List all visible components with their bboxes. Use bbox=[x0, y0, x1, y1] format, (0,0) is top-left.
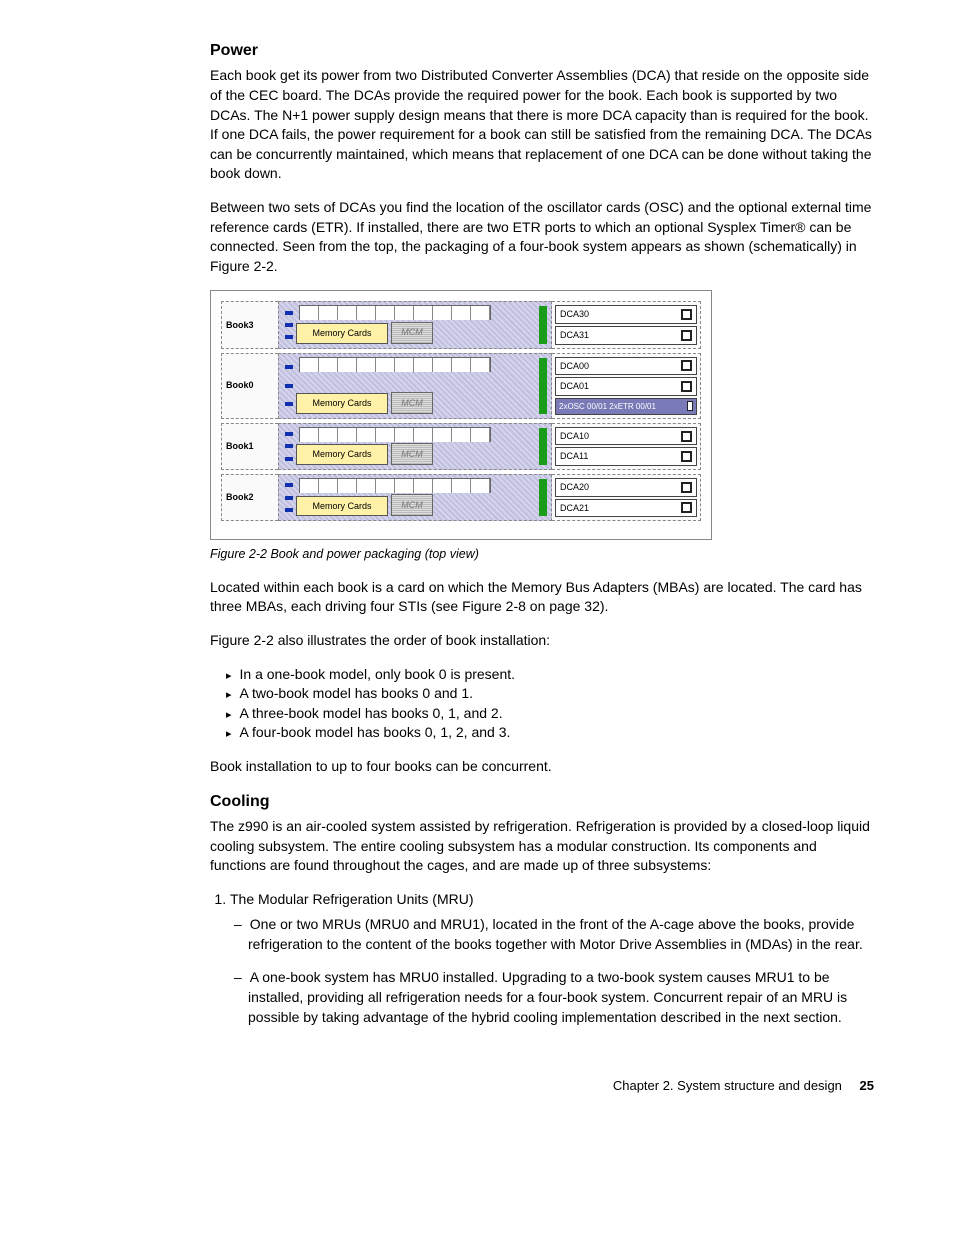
slot-bar bbox=[299, 478, 491, 493]
book-row: Book1Memory CardsMCMDCA10DCA11 bbox=[221, 423, 701, 470]
dca-plug-icon bbox=[681, 502, 692, 513]
green-strip-icon bbox=[539, 306, 547, 343]
figure-caption: Figure 2-2 Book and power packaging (top… bbox=[210, 546, 874, 564]
slot-bar bbox=[299, 427, 491, 442]
connector-icon bbox=[285, 358, 293, 414]
power-para1: Each book get its power from two Distrib… bbox=[210, 66, 874, 184]
figure-2-2: Book3Memory CardsMCMDCA30DCA31Book0Memor… bbox=[210, 290, 712, 540]
footer-chapter: Chapter 2. System structure and design bbox=[613, 1078, 842, 1093]
install-order-item: In a one-book model, only book 0 is pres… bbox=[226, 665, 874, 685]
osc-plug-icon bbox=[687, 401, 693, 411]
book-row: Book0Memory CardsMCMDCA00DCA012xOSC 00/0… bbox=[221, 353, 701, 419]
osc-etr-module: 2xOSC 00/01 2xETR 00/01 bbox=[555, 398, 697, 415]
heading-power: Power bbox=[210, 40, 874, 62]
after-fig-para3: Book installation to up to four books ca… bbox=[210, 757, 874, 777]
cooling-sublist: One or two MRUs (MRU0 and MRU1), located… bbox=[230, 915, 874, 1027]
connector-icon bbox=[285, 479, 293, 516]
dca-module: DCA00 bbox=[555, 357, 697, 376]
dca-module: DCA30 bbox=[555, 305, 697, 324]
book-label: Book1 bbox=[221, 423, 278, 470]
dca-plug-icon bbox=[681, 330, 692, 341]
memory-cards-label: Memory Cards bbox=[296, 393, 388, 414]
dca-plug-icon bbox=[681, 309, 692, 320]
dca-column: DCA00DCA01 2xOSC 00/01 2xETR 00/01 bbox=[552, 353, 701, 419]
install-order-item: A two-book model has books 0 and 1. bbox=[226, 684, 874, 704]
footer-page-number: 25 bbox=[860, 1078, 874, 1093]
page-footer: Chapter 2. System structure and design 2… bbox=[60, 1077, 894, 1095]
dca-module: DCA11 bbox=[555, 447, 697, 466]
dca-plug-icon bbox=[681, 360, 692, 371]
green-strip-icon bbox=[539, 428, 547, 465]
cooling-ol: The Modular Refrigeration Units (MRU) On… bbox=[210, 890, 874, 1028]
install-order-item: A three-book model has books 0, 1, and 2… bbox=[226, 704, 874, 724]
dca-module: DCA20 bbox=[555, 478, 697, 497]
dca-module: DCA01 bbox=[555, 377, 697, 396]
book-body: Memory CardsMCM bbox=[278, 301, 552, 348]
green-strip-icon bbox=[539, 479, 547, 516]
cooling-sub1: One or two MRUs (MRU0 and MRU1), located… bbox=[248, 915, 874, 954]
dca-module: DCA21 bbox=[555, 499, 697, 518]
cooling-ol-item1: The Modular Refrigeration Units (MRU) bbox=[230, 891, 474, 907]
connector-icon bbox=[285, 428, 293, 465]
book-label: Book0 bbox=[221, 353, 278, 419]
dca-plug-icon bbox=[681, 431, 692, 442]
slot-bar bbox=[299, 305, 491, 320]
mcm-label: MCM bbox=[391, 443, 433, 465]
dca-module: DCA10 bbox=[555, 427, 697, 446]
cooling-sub2: A one-book system has MRU0 installed. Up… bbox=[248, 968, 874, 1027]
book-body: Memory CardsMCM bbox=[278, 423, 552, 470]
dca-plug-icon bbox=[681, 482, 692, 493]
memory-cards-label: Memory Cards bbox=[296, 444, 388, 465]
dca-plug-icon bbox=[681, 451, 692, 462]
dca-module: DCA31 bbox=[555, 326, 697, 345]
dca-column: DCA10DCA11 bbox=[552, 423, 701, 470]
memory-cards-label: Memory Cards bbox=[296, 323, 388, 344]
green-strip-icon bbox=[539, 358, 547, 414]
power-para2: Between two sets of DCAs you find the lo… bbox=[210, 198, 874, 276]
cooling-para1: The z990 is an air-cooled system assiste… bbox=[210, 817, 874, 876]
dca-column: DCA20 DCA21 bbox=[552, 474, 701, 521]
book-body: Memory CardsMCM bbox=[278, 353, 552, 419]
mcm-label: MCM bbox=[391, 494, 433, 516]
dca-column: DCA30 DCA31 bbox=[552, 301, 701, 348]
after-fig-para2: Figure 2-2 also illustrates the order of… bbox=[210, 631, 874, 651]
install-order-list: In a one-book model, only book 0 is pres… bbox=[210, 665, 874, 743]
install-order-item: A four-book model has books 0, 1, 2, and… bbox=[226, 723, 874, 743]
mcm-label: MCM bbox=[391, 322, 433, 344]
book-row: Book3Memory CardsMCMDCA30DCA31 bbox=[221, 301, 701, 348]
mcm-label: MCM bbox=[391, 392, 433, 414]
book-body: Memory CardsMCM bbox=[278, 474, 552, 521]
book-row: Book2Memory CardsMCMDCA20DCA21 bbox=[221, 474, 701, 521]
book-label: Book3 bbox=[221, 301, 278, 348]
memory-cards-label: Memory Cards bbox=[296, 496, 388, 517]
connector-icon bbox=[285, 306, 293, 343]
book-label: Book2 bbox=[221, 474, 278, 521]
heading-cooling: Cooling bbox=[210, 791, 874, 813]
dca-plug-icon bbox=[681, 381, 692, 392]
after-fig-para1: Located within each book is a card on wh… bbox=[210, 578, 874, 617]
slot-bar bbox=[299, 357, 491, 372]
